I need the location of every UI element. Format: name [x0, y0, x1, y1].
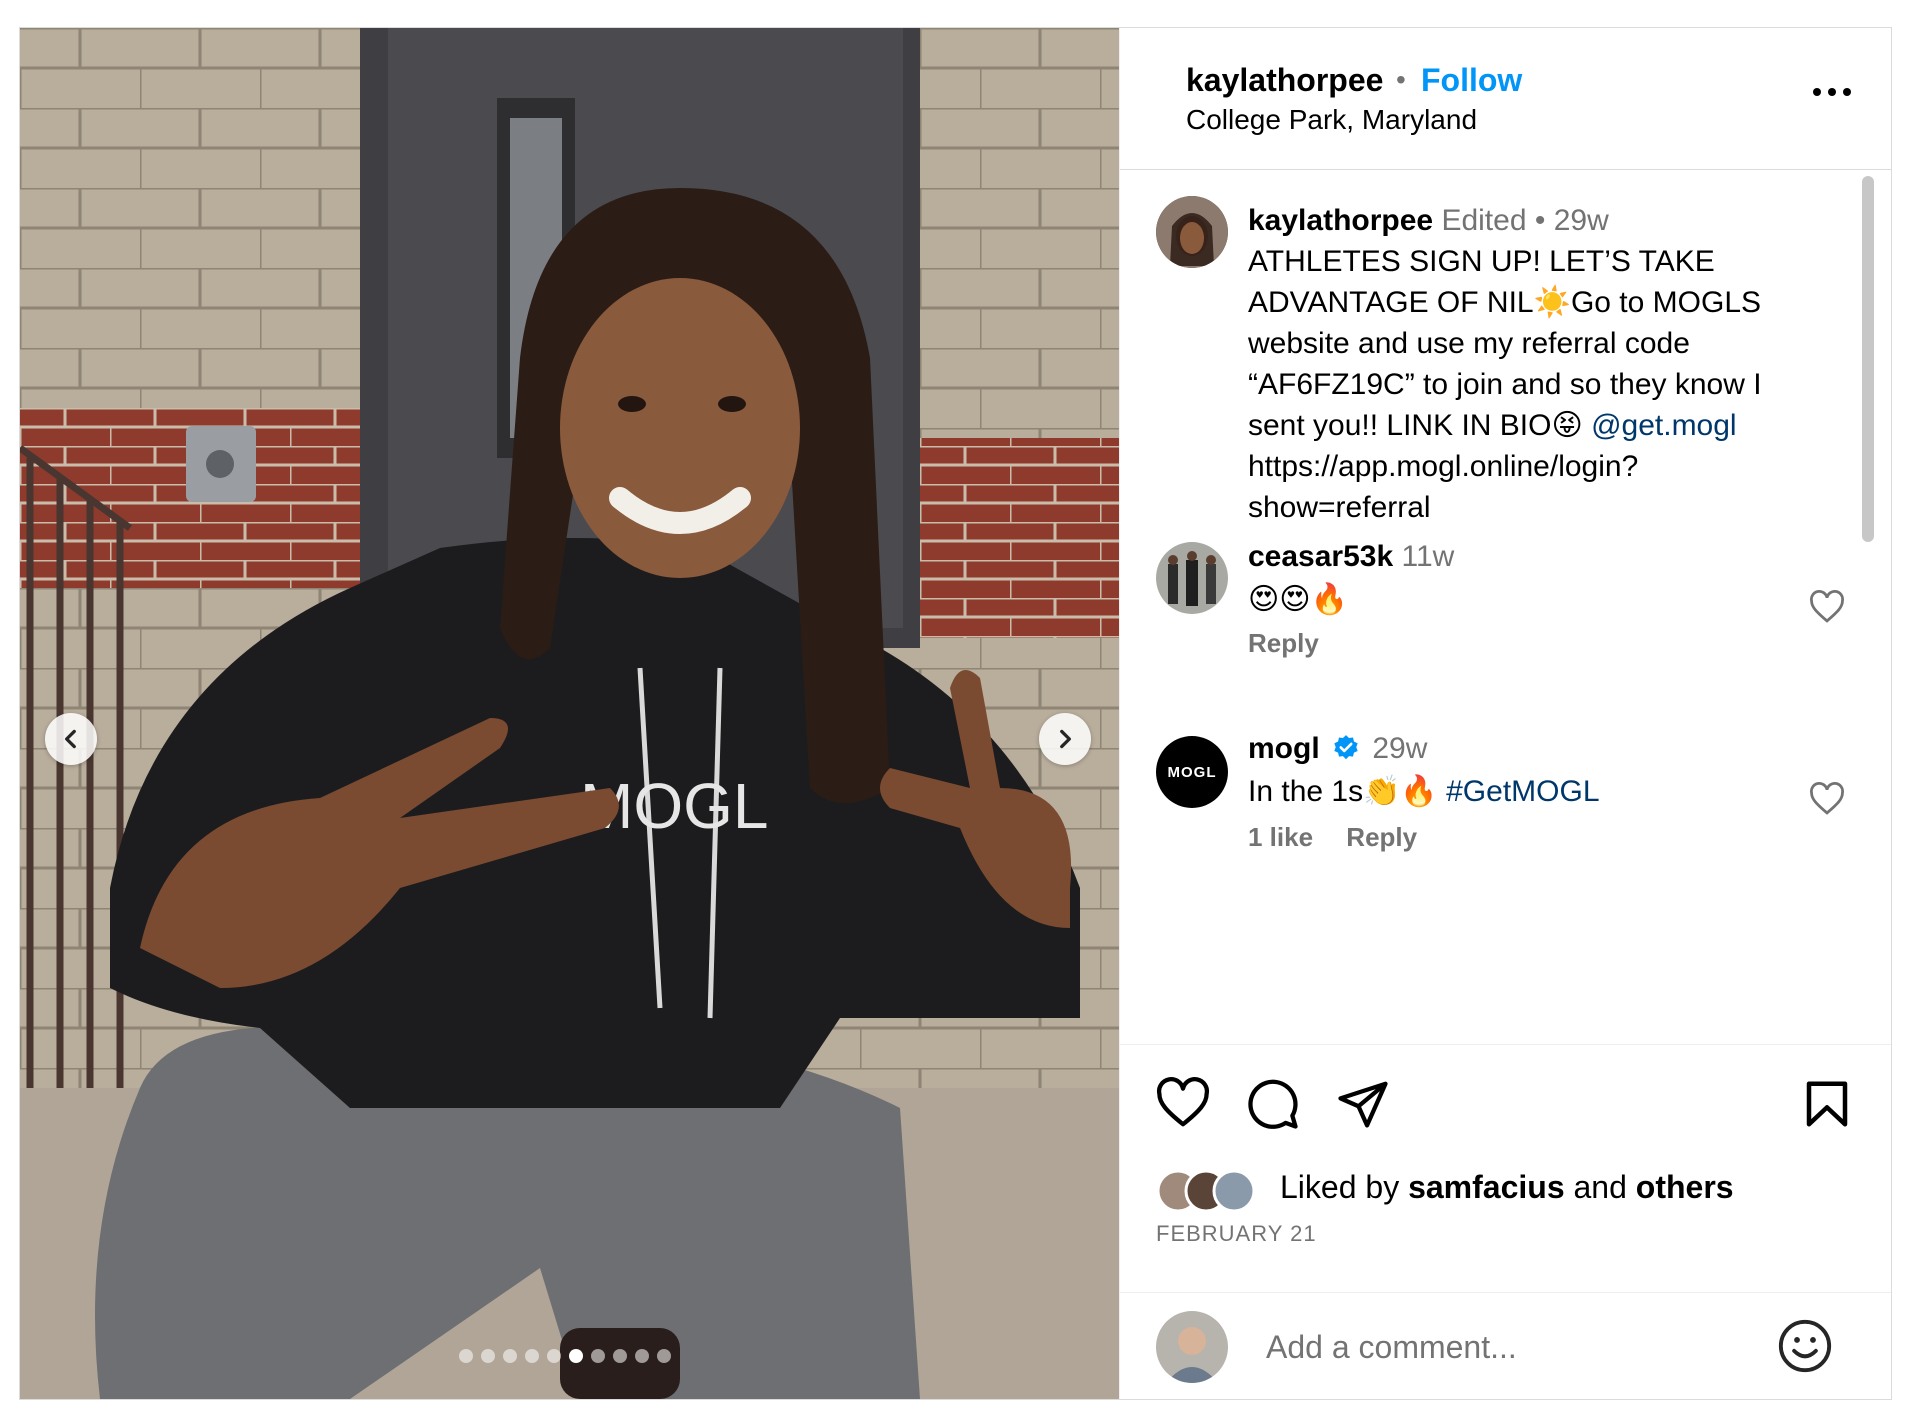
slide-dot — [547, 1349, 561, 1363]
post-caption: kaylathorpee Edited • 29w ATHLETES SIGN … — [1248, 200, 1838, 528]
next-slide-button[interactable] — [1039, 713, 1091, 765]
add-comment-row — [1120, 1292, 1891, 1399]
avatar-image — [1156, 196, 1228, 268]
comments-scrollbar[interactable] — [1862, 176, 1874, 542]
hashtag-link[interactable]: #GetMOGL — [1446, 775, 1599, 808]
post-header: kaylathorpee • Follow College Park, Mary… — [1120, 28, 1891, 170]
comment-text: In the 1s👏🔥 — [1248, 775, 1447, 808]
post-date[interactable]: FEBRUARY 21 — [1156, 1221, 1317, 1247]
comments-section[interactable]: kaylathorpee Edited • 29w ATHLETES SIGN … — [1120, 170, 1891, 1044]
slide-dot — [657, 1349, 671, 1363]
liked-by-user[interactable]: samfacius — [1408, 1169, 1565, 1205]
comment-username[interactable]: mogl — [1248, 732, 1320, 765]
header-username[interactable]: kaylathorpee — [1186, 62, 1383, 99]
comment-text-row: In the 1s👏🔥 #GetMOGL — [1248, 774, 1600, 809]
post-actions: Liked by samfacius and others FEBRUARY 2… — [1120, 1044, 1891, 1399]
post-side-panel: kaylathorpee • Follow College Park, Mary… — [1119, 28, 1891, 1399]
photo-scene: MOGL — [20, 28, 1119, 1399]
slide-dot — [591, 1349, 605, 1363]
slide-dot — [503, 1349, 517, 1363]
slide-dot — [569, 1349, 583, 1363]
slide-dot — [525, 1349, 539, 1363]
comment-time[interactable]: 29w — [1372, 732, 1427, 765]
comment-text: 😍😍🔥 — [1248, 583, 1348, 616]
caption-text-line: “AF6FZ19C” to join and so they know I — [1248, 368, 1762, 401]
like-count[interactable]: 1 like — [1248, 822, 1313, 852]
share-icon[interactable] — [1336, 1077, 1390, 1131]
avatar[interactable] — [1156, 542, 1228, 614]
comment-time[interactable]: 11w — [1402, 540, 1455, 573]
caption-url-line: show=referral — [1248, 491, 1431, 524]
verified-icon — [1334, 735, 1358, 760]
slide-dot — [635, 1349, 649, 1363]
comment-icon[interactable] — [1246, 1077, 1300, 1131]
avatar-image — [1156, 542, 1228, 614]
caption-text-line: ATHLETES SIGN UP! LET’S TAKE — [1248, 245, 1715, 278]
comment-header: mogl 29w — [1248, 732, 1427, 766]
slide-indicator — [459, 1349, 671, 1363]
mention-link[interactable]: @get.mogl — [1591, 409, 1737, 442]
liked-by-text: Liked by samfacius and others — [1280, 1169, 1734, 1206]
avatar-logo-text: MOGL — [1167, 763, 1217, 781]
heart-icon[interactable] — [1808, 590, 1846, 624]
location-link[interactable]: College Park, Maryland — [1186, 104, 1477, 136]
liked-middle: and — [1564, 1169, 1636, 1205]
avatar-image — [1156, 1311, 1228, 1383]
slide-dot — [613, 1349, 627, 1363]
avatar[interactable] — [1156, 196, 1228, 268]
reply-button[interactable]: Reply — [1346, 822, 1417, 852]
current-user-avatar — [1156, 1311, 1228, 1383]
caption-text-line: website and use my referral code — [1248, 327, 1690, 360]
liked-by-avatars[interactable] — [1156, 1169, 1276, 1213]
bookmark-icon[interactable] — [1800, 1077, 1854, 1131]
comment-meta: 1 like Reply — [1248, 822, 1443, 853]
heart-icon[interactable] — [1156, 1077, 1210, 1131]
smiley-icon[interactable] — [1776, 1317, 1834, 1375]
slide-dot — [459, 1349, 473, 1363]
follow-button[interactable]: Follow — [1421, 62, 1522, 99]
instagram-post: MOGL kaylathorpee • Follow College Park,… — [19, 27, 1892, 1400]
previous-slide-button[interactable] — [45, 713, 97, 765]
comment-input[interactable] — [1264, 1321, 1748, 1373]
comment-username[interactable]: ceasar53k — [1248, 540, 1393, 573]
caption-time[interactable]: 29w — [1554, 204, 1609, 237]
caption-url-line: https://app.mogl.online/login? — [1248, 450, 1639, 483]
caption-text-line: sent you!! LINK IN BIO😝 — [1248, 409, 1592, 442]
more-icon[interactable] — [1810, 80, 1854, 104]
liked-prefix: Liked by — [1280, 1169, 1409, 1205]
chevron-right-icon — [1060, 729, 1071, 749]
comment-meta: Reply — [1248, 628, 1345, 659]
liked-by-others[interactable]: others — [1636, 1169, 1734, 1205]
caption-text-line: ADVANTAGE OF NIL☀️Go to MOGLS — [1248, 286, 1762, 319]
chevron-left-icon — [65, 729, 76, 749]
edited-label: Edited — [1441, 204, 1527, 237]
separator-dot: • — [1396, 64, 1406, 95]
post-photo[interactable]: MOGL — [20, 28, 1119, 1399]
slide-dot — [481, 1349, 495, 1363]
reply-button[interactable]: Reply — [1248, 628, 1319, 658]
avatar[interactable]: MOGL — [1156, 736, 1228, 808]
heart-icon[interactable] — [1808, 782, 1846, 816]
comment-header: ceasar53k 11w — [1248, 540, 1454, 574]
caption-username[interactable]: kaylathorpee — [1248, 204, 1433, 237]
separator-dot: • — [1534, 204, 1554, 237]
